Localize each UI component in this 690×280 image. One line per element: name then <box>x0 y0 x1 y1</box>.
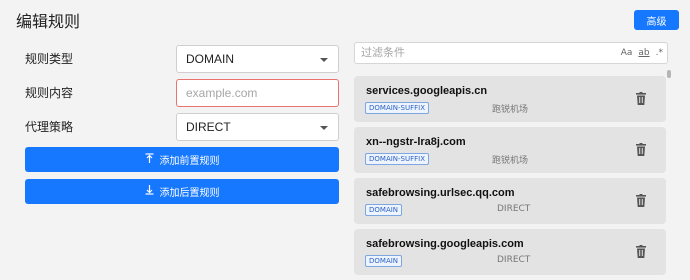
add-front-rule-button[interactable]: 添加前置规则 <box>25 147 339 172</box>
scrollbar[interactable] <box>666 70 672 280</box>
rule-type-badge: DOMAIN-SUFFIX <box>365 153 430 165</box>
rule-type-badge: DOMAIN <box>365 255 403 267</box>
regex-toggle[interactable]: .* <box>656 43 663 63</box>
rule-type-value: DOMAIN <box>186 52 234 66</box>
filter-input[interactable] <box>361 46 601 59</box>
trash-icon[interactable] <box>636 245 646 258</box>
trash-icon[interactable] <box>636 194 646 207</box>
filter-options: Aa ab .* <box>621 43 663 63</box>
filter-field[interactable]: Aa ab .* <box>354 42 668 64</box>
add-back-rule-label: 添加后置规则 <box>159 188 220 199</box>
align-top-icon <box>145 153 154 166</box>
proxy-policy-value: DIRECT <box>186 120 231 134</box>
add-back-rule-button[interactable]: 添加后置规则 <box>25 179 339 204</box>
align-bottom-icon <box>145 185 154 198</box>
page-title: 编辑规则 <box>16 12 81 31</box>
rule-policy: 跑锐机场 <box>492 105 529 115</box>
rule-policy: DIRECT <box>497 204 531 214</box>
match-word-toggle[interactable]: ab <box>638 43 649 63</box>
rule-content-input[interactable] <box>186 86 326 100</box>
rule-type-select[interactable]: DOMAIN <box>176 45 339 73</box>
rule-content-label: 规则内容 <box>25 86 74 100</box>
trash-icon[interactable] <box>636 143 646 156</box>
rule-name: safebrowsing.googleapis.com <box>366 238 524 250</box>
rule-card[interactable]: xn--ngstr-lra8j.com DOMAIN-SUFFIX 跑锐机场 <box>354 127 666 173</box>
proxy-policy-label: 代理策略 <box>25 120 74 134</box>
rule-policy: DIRECT <box>497 255 531 265</box>
rule-name: services.googleapis.cn <box>366 85 488 97</box>
rule-card[interactable]: services.googleapis.cn DOMAIN-SUFFIX 跑锐机… <box>354 76 666 122</box>
chevron-down-icon <box>320 126 328 130</box>
add-front-rule-label: 添加前置规则 <box>159 156 220 167</box>
rule-list: services.googleapis.cn DOMAIN-SUFFIX 跑锐机… <box>354 73 666 280</box>
trash-icon[interactable] <box>636 92 646 105</box>
scrollbar-thumb[interactable] <box>667 70 671 78</box>
rule-policy: 跑锐机场 <box>492 156 529 166</box>
rule-type-badge: DOMAIN-SUFFIX <box>365 102 430 114</box>
rule-content-field[interactable] <box>176 79 339 107</box>
rule-card[interactable]: safebrowsing.googleapis.com DOMAIN DIREC… <box>354 229 666 275</box>
proxy-policy-select[interactable]: DIRECT <box>176 113 339 141</box>
rule-type-label: 规则类型 <box>25 52 74 66</box>
advanced-button[interactable]: 高级 <box>634 10 679 30</box>
chevron-down-icon <box>320 58 328 62</box>
rule-name: safebrowsing.urlsec.qq.com <box>366 187 515 199</box>
rule-name: xn--ngstr-lra8j.com <box>366 136 466 148</box>
rule-card[interactable]: safebrowsing.urlsec.qq.com DOMAIN DIRECT <box>354 178 666 224</box>
rule-type-badge: DOMAIN <box>365 204 403 216</box>
match-case-toggle[interactable]: Aa <box>621 43 633 63</box>
